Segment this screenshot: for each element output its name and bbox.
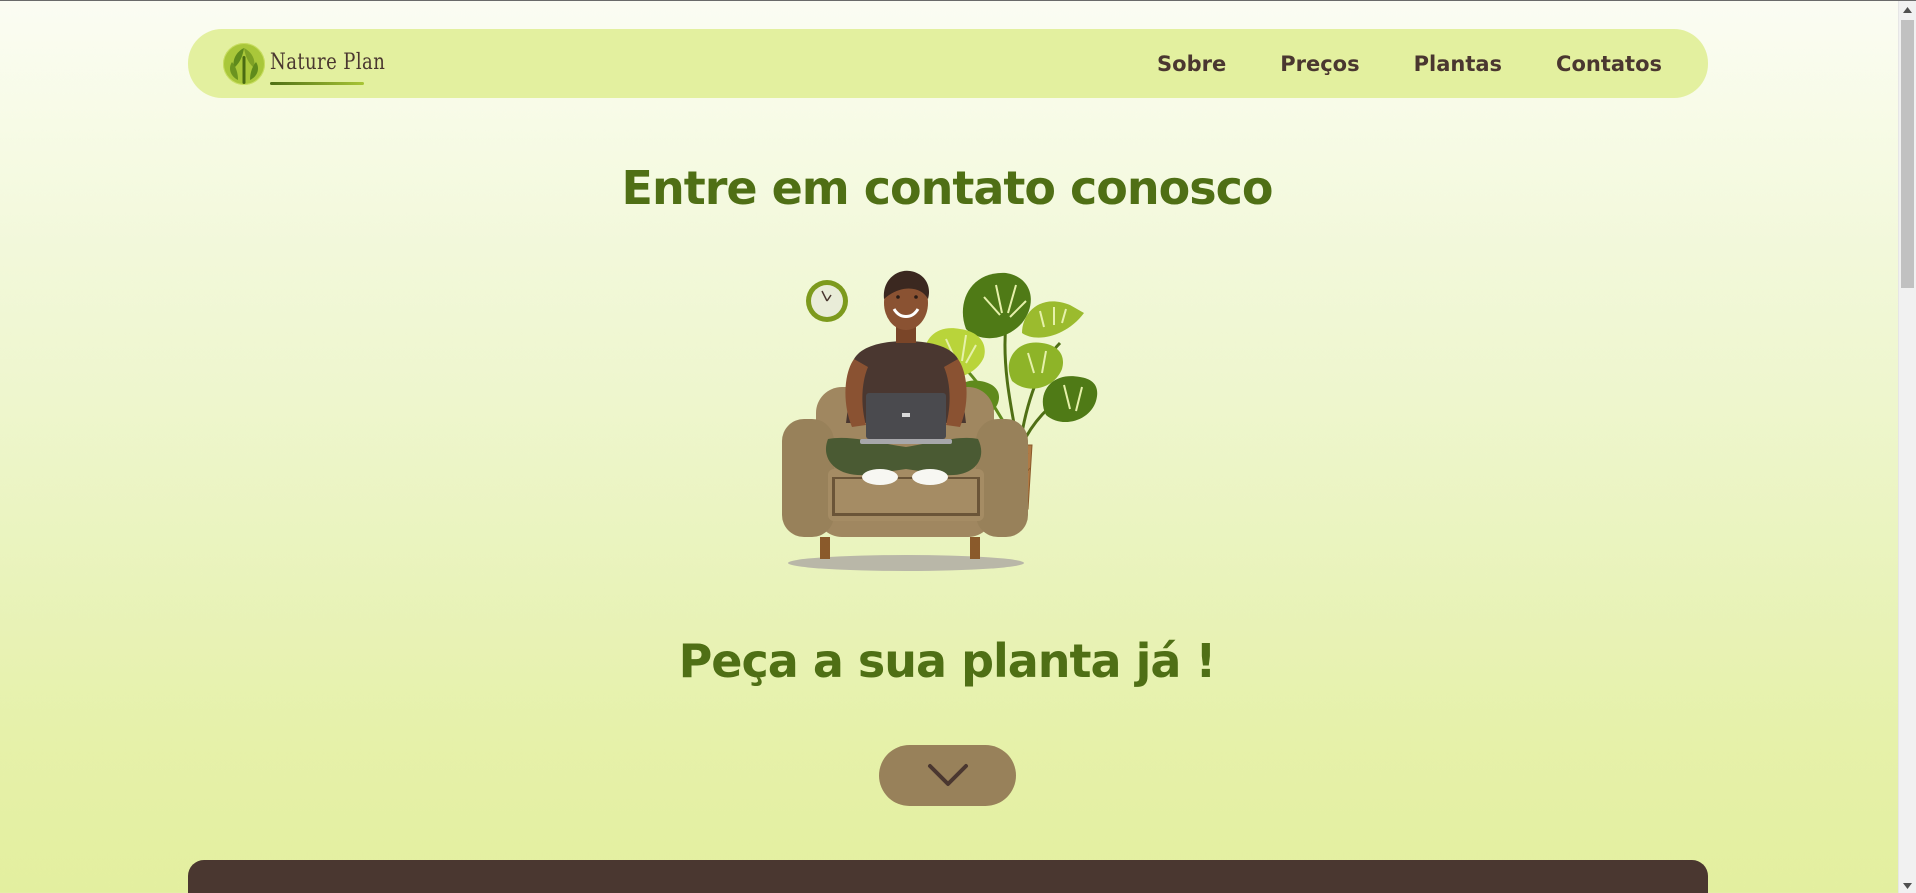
page: Nature Plan Sobre Preços Plantas Contato… bbox=[0, 1, 1898, 893]
footer-panel bbox=[188, 860, 1708, 893]
chevron-down-icon bbox=[927, 763, 968, 786]
logo-link[interactable]: Nature Plan bbox=[222, 41, 411, 87]
scroll-up-arrow-icon[interactable] bbox=[1899, 1, 1916, 18]
man-with-laptop-on-armchair-illustration bbox=[782, 270, 1098, 571]
nav-links: Sobre Preços Plantas Contatos bbox=[1103, 29, 1662, 98]
nav-link-contatos[interactable]: Contatos bbox=[1556, 52, 1662, 76]
logo-text: Nature Plan bbox=[270, 49, 386, 75]
leaf-logo-icon bbox=[223, 43, 265, 85]
scroll-down-arrow-icon[interactable] bbox=[1899, 877, 1916, 893]
nav-link-sobre[interactable]: Sobre bbox=[1157, 52, 1226, 76]
vertical-scrollbar[interactable] bbox=[1898, 1, 1916, 893]
scrollbar-thumb[interactable] bbox=[1901, 20, 1914, 288]
scroll-down-button[interactable] bbox=[879, 745, 1016, 806]
nav-link-plantas[interactable]: Plantas bbox=[1414, 52, 1502, 76]
logo-underline bbox=[270, 82, 364, 85]
navbar: Nature Plan Sobre Preços Plantas Contato… bbox=[188, 29, 1708, 98]
nav-link-precos[interactable]: Preços bbox=[1280, 52, 1359, 76]
wall-clock-icon bbox=[806, 280, 848, 322]
page-title: Entre em contato conosco bbox=[621, 161, 1274, 215]
page-subtitle: Peça a sua planta já ! bbox=[678, 634, 1217, 688]
